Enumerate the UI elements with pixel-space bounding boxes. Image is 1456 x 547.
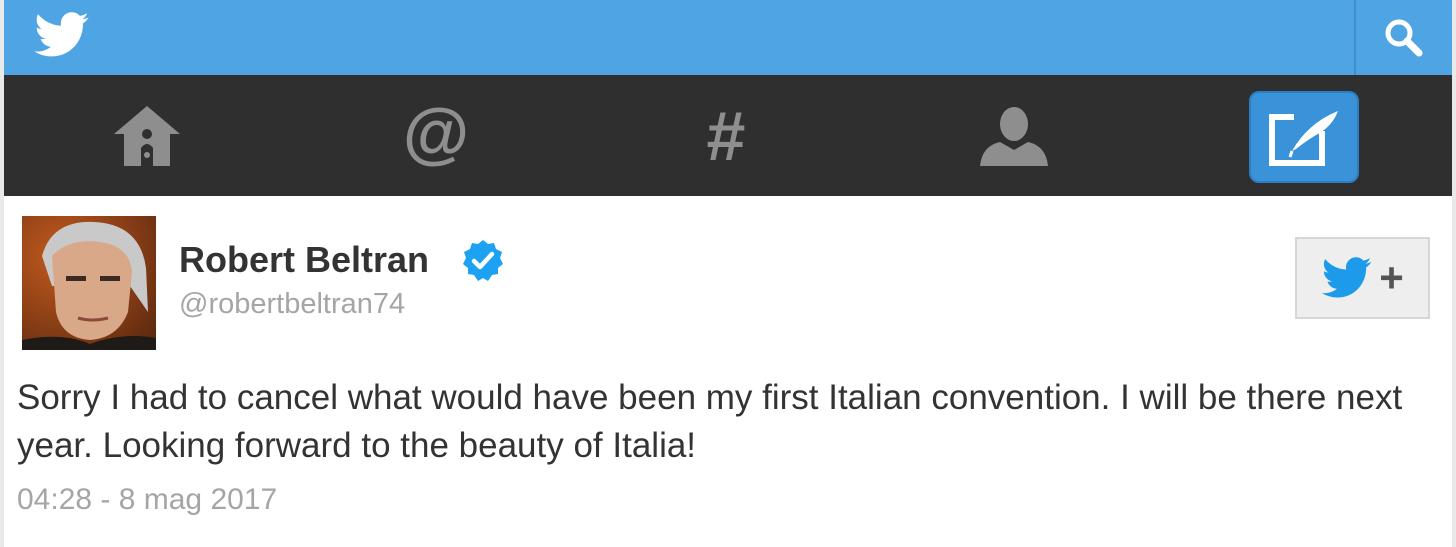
at-mentions-icon: @ [403,104,469,168]
svg-text:@: @ [403,104,469,168]
twitter-bird-icon[interactable] [34,12,94,62]
nav-mentions[interactable]: @ [336,75,536,196]
twitter-bird-icon [1322,257,1372,298]
svg-text:#: # [707,104,746,168]
nav-profile[interactable] [914,75,1114,196]
tweet-embed-frame: @ # Robert Beltran @robertbeltran74 + So… [0,0,1456,547]
avatar[interactable] [22,216,156,350]
home-icon [114,105,180,166]
top-bar [4,0,1452,75]
search-icon [1385,19,1423,57]
nav-home[interactable] [47,75,247,196]
author-handle[interactable]: @robertbeltran74 [179,288,405,320]
tweet-text: Sorry I had to cancel what would have be… [17,378,1403,465]
verified-badge-icon [463,240,503,281]
compose-button[interactable] [1249,91,1359,183]
follow-button[interactable]: + [1295,237,1430,319]
search-button[interactable] [1354,0,1452,75]
profile-icon [980,106,1048,166]
tweet-timestamp[interactable]: 04:28 - 8 mag 2017 [17,483,277,517]
nav-hashtag[interactable]: # [626,75,826,196]
compose-icon [1269,109,1338,166]
hashtag-icon: # [707,104,746,168]
nav-bar: @ # [4,75,1452,196]
author-name[interactable]: Robert Beltran [179,240,429,280]
follow-plus-label: + [1379,254,1404,301]
frame-edge-right [1452,0,1456,547]
